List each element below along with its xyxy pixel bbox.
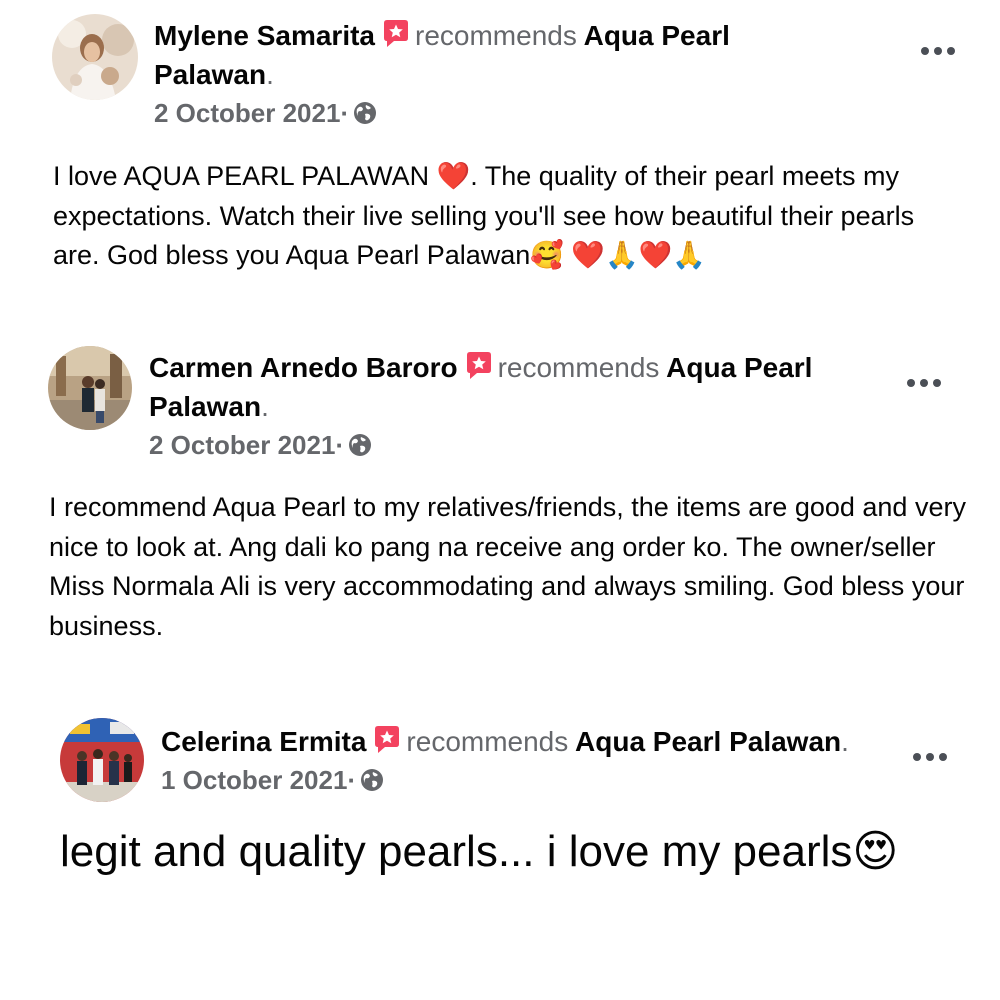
page-link[interactable]: Aqua Pearl Palawan: [575, 726, 841, 757]
page-link[interactable]: Aqua Pearl: [584, 20, 730, 51]
recommends-label: recommends: [415, 20, 577, 51]
post-date-row: 1 October 2021·: [161, 763, 901, 797]
review-header: Mylene Samarita recommends Aqua Pearl Pala…: [154, 16, 894, 130]
more-options-icon[interactable]: [904, 376, 944, 390]
globe-icon: [348, 433, 372, 457]
globe-icon: [360, 768, 384, 792]
period: .: [266, 59, 274, 90]
post-date-row: 2 October 2021·: [154, 96, 894, 130]
page-link-continued[interactable]: Palawan: [154, 59, 266, 90]
recommendation-star-icon: [372, 725, 402, 755]
reviewer-name[interactable]: Mylene Samarita: [154, 20, 375, 51]
review-card: Mylene Samarita recommends Aqua Pearl Pala…: [0, 0, 1000, 300]
avatar[interactable]: [48, 346, 132, 430]
period: .: [841, 726, 849, 757]
avatar[interactable]: [60, 718, 144, 802]
review-text: legit and quality pearls... i love my pe…: [60, 827, 899, 876]
review-text: I recommend Aqua Pearl to my relatives/f…: [49, 492, 966, 641]
post-date[interactable]: 2 October 2021: [154, 98, 340, 128]
reviewer-name[interactable]: Celerina Ermita: [161, 726, 366, 757]
avatar[interactable]: [52, 14, 138, 100]
date-separator: ·: [335, 430, 345, 460]
review-card: Celerina Ermita recommends Aqua Pearl Pal…: [0, 700, 1000, 920]
globe-icon: [353, 101, 377, 125]
recommendation-star-icon: [464, 351, 494, 381]
more-options-icon[interactable]: [910, 750, 950, 764]
date-separator: ·: [340, 98, 350, 128]
review-text: I love AQUA PEARL PALAWAN ❤️. The qualit…: [53, 161, 915, 270]
period: .: [261, 391, 269, 422]
recommends-label: recommends: [497, 352, 660, 383]
date-separator: ·: [347, 765, 357, 795]
post-date[interactable]: 1 October 2021: [161, 765, 347, 795]
review-card: Carmen Arnedo Baroro recommends Aqua Pear…: [0, 330, 1000, 650]
page-link-continued[interactable]: Palawan: [149, 391, 261, 422]
post-date-row: 2 October 2021·: [149, 428, 889, 462]
recommends-label: recommends: [406, 726, 569, 757]
post-date[interactable]: 2 October 2021: [149, 430, 335, 460]
reviewer-name[interactable]: Carmen Arnedo Baroro: [149, 352, 458, 383]
recommendation-star-icon: [381, 19, 411, 49]
review-header: Celerina Ermita recommends Aqua Pearl Pal…: [161, 722, 901, 797]
more-options-icon[interactable]: [918, 44, 958, 58]
page-link[interactable]: Aqua Pearl: [666, 352, 812, 383]
review-header: Carmen Arnedo Baroro recommends Aqua Pear…: [149, 348, 889, 462]
